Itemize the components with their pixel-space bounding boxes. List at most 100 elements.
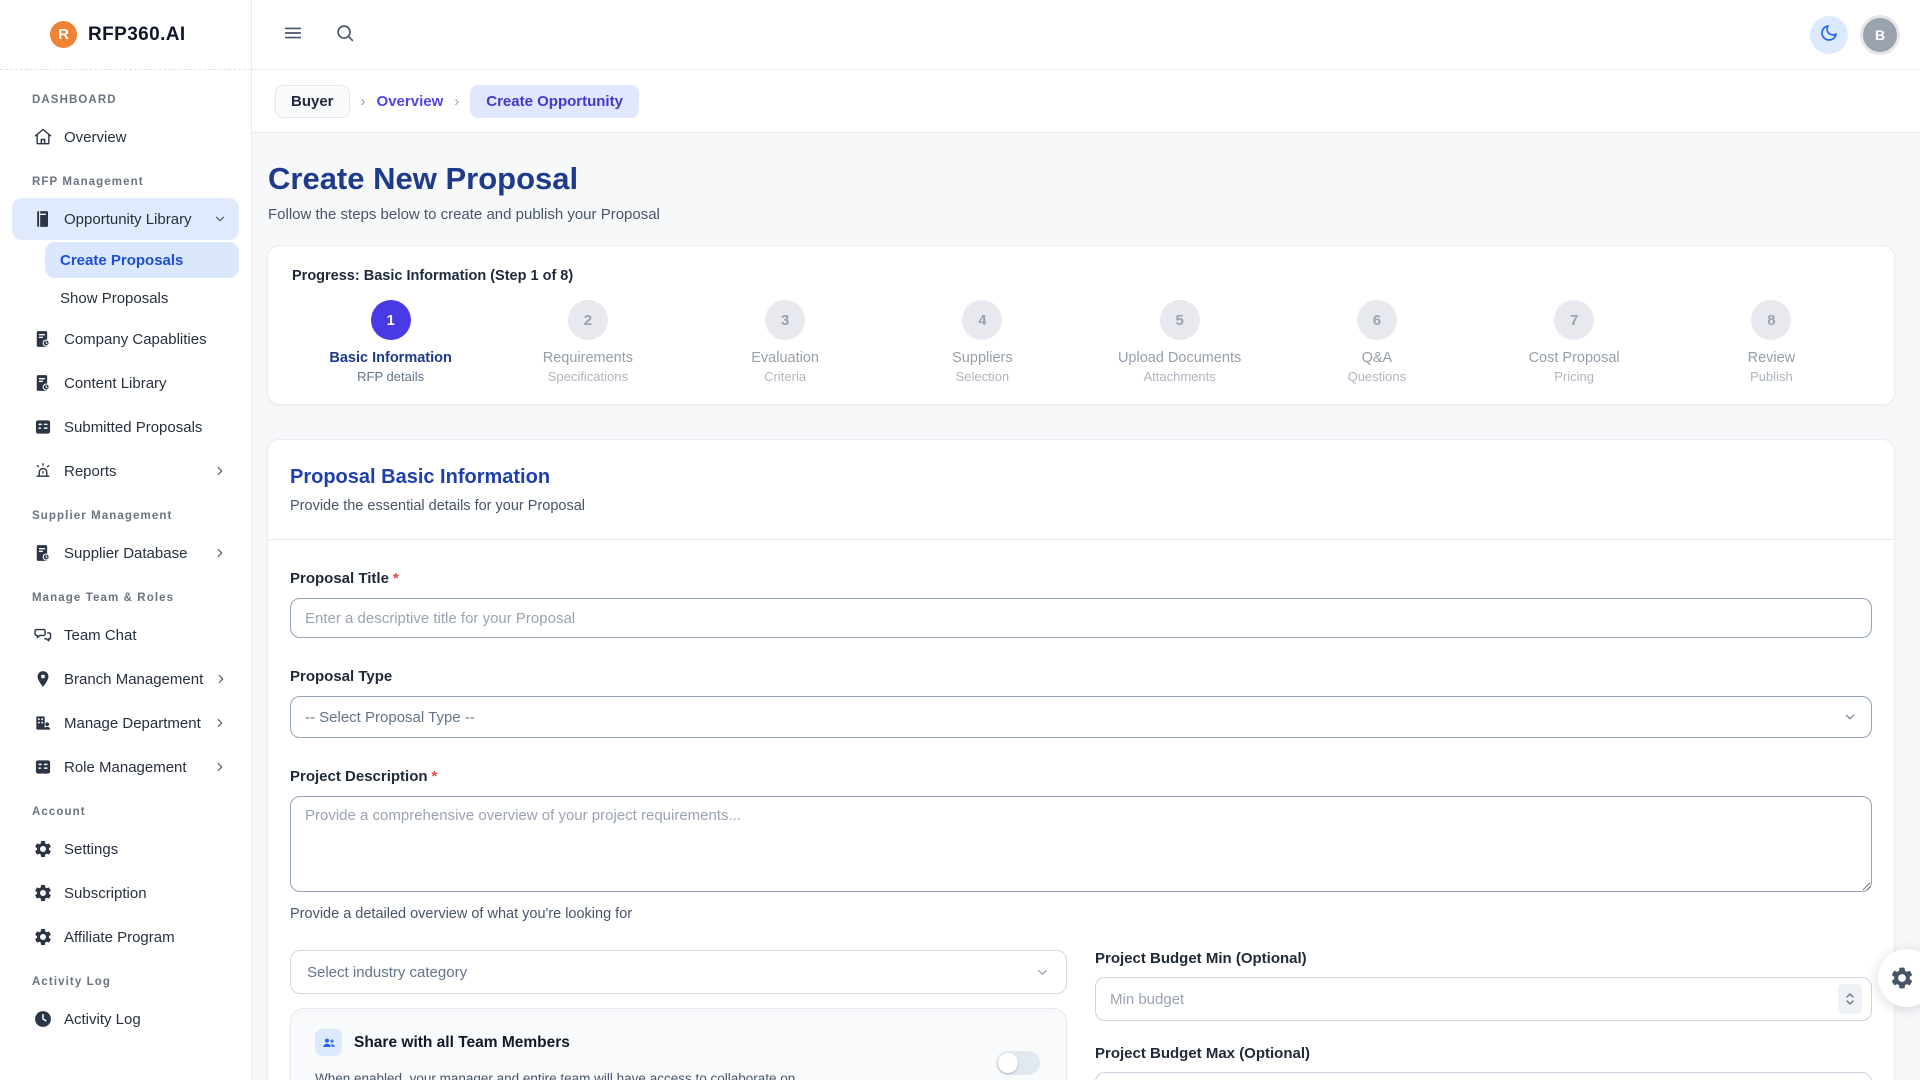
sidebar-section-header-manage-team-roles: Manage Team & Roles [32, 592, 231, 604]
required-asterisk: * [393, 570, 399, 587]
breadcrumb-separator-icon: › [361, 93, 366, 110]
sidebar-item-label: Role Management [64, 759, 202, 776]
sidebar-item-settings[interactable]: Settings [12, 828, 239, 870]
brand: R RFP360.AI [0, 0, 251, 70]
sidebar-item-overview[interactable]: Overview [12, 116, 239, 158]
form-header: Proposal Basic Information Provide the e… [268, 466, 1894, 514]
sidebar-item-label: Settings [64, 841, 227, 858]
sidebar-item-activity-log[interactable]: Activity Log [12, 998, 239, 1040]
form-left-column: Select industry category Share with all … [290, 950, 1067, 1080]
sidebar-item-label: Manage Department [64, 715, 202, 732]
sidebar-item-reports[interactable]: Reports [12, 450, 239, 492]
step-number: 4 [962, 300, 1002, 340]
progress-card: Progress: Basic Information (Step 1 of 8… [267, 245, 1895, 405]
sidebar-subitem-show-proposals[interactable]: Show Proposals [45, 280, 239, 316]
sidebar-item-label: Activity Log [64, 1011, 227, 1028]
breadcrumb-item-overview[interactable]: Overview [377, 93, 444, 110]
industry-category-value: Select industry category [307, 964, 467, 981]
sidebar-item-company-capablities[interactable]: Company Capablities [12, 318, 239, 360]
sidebar-subitem-create-proposals[interactable]: Create Proposals [45, 242, 239, 278]
step-suppliers[interactable]: 4 Suppliers Selection [884, 300, 1081, 384]
form-heading: Proposal Basic Information [290, 466, 1872, 489]
step-cost-proposal[interactable]: 7Cost ProposalPricing [1476, 300, 1673, 384]
proposal-type-field: Proposal Type -- Select Proposal Type -- [290, 668, 1872, 738]
step-basic-information[interactable]: 1Basic InformationRFP details [292, 300, 489, 384]
doc-badge-icon [33, 329, 53, 349]
step-number: 8 [1751, 300, 1791, 340]
form-right-column: Project Budget Min (Optional) Project Bu… [1095, 950, 1872, 1080]
step-q-a[interactable]: 6Q&AQuestions [1278, 300, 1475, 384]
sidebar: R RFP360.AI DASHBOARD Overview RFP Managem… [0, 0, 252, 1080]
brand-name: RFP360.AI [88, 24, 186, 46]
theme-toggle-button[interactable] [1810, 16, 1848, 54]
sidebar-item-label: Branch Management [64, 671, 203, 688]
share-team-title: Share with all Team Members [354, 1034, 570, 1052]
proposal-title-label: Proposal Title* [290, 570, 399, 587]
sidebar-item-content-library[interactable]: Content Library [12, 362, 239, 404]
sidebar-item-team-chat[interactable]: Team Chat [12, 614, 239, 656]
step-evaluation[interactable]: 3EvaluationCriteria [687, 300, 884, 384]
sidebar-item-role-management[interactable]: Role Management [12, 746, 239, 788]
breadcrumb-item-create-opportunity[interactable]: Create Opportunity [470, 85, 639, 118]
main-content: Create New Proposal Follow the steps bel… [252, 133, 1920, 1080]
doc-badge-icon [33, 373, 53, 393]
proposal-title-input[interactable] [290, 598, 1872, 638]
sidebar-item-submitted-proposals[interactable]: Submitted Proposals [12, 406, 239, 448]
building-icon [33, 713, 53, 733]
chevron-down-icon [1035, 965, 1050, 980]
step-label: Cost Proposal [1476, 350, 1673, 366]
team-users-icon [315, 1029, 342, 1056]
step-label: Q&A [1278, 350, 1475, 366]
sidebar-item-subscription[interactable]: Subscription [12, 872, 239, 914]
page-subtitle: Follow the steps below to create and pub… [268, 206, 1895, 223]
sidebar-section-header-dashboard: DASHBOARD [32, 94, 231, 106]
project-description-textarea[interactable] [290, 796, 1872, 892]
step-review[interactable]: 8ReviewPublish [1673, 300, 1870, 384]
sidebar-item-affiliate-program[interactable]: Affiliate Program [12, 916, 239, 958]
step-label: Evaluation [687, 350, 884, 366]
step-number: 1 [371, 300, 411, 340]
sidebar-item-label: Submitted Proposals [64, 419, 227, 436]
sidebar-item-supplier-database[interactable]: Supplier Database [12, 532, 239, 574]
step-label: Suppliers [884, 350, 1081, 366]
user-avatar[interactable]: B [1860, 15, 1900, 55]
budget-max-field: Project Budget Max (Optional) [1095, 1045, 1872, 1080]
number-stepper-icon[interactable] [1838, 984, 1862, 1014]
search-button[interactable] [328, 16, 362, 53]
breadcrumb-item-buyer[interactable]: Buyer [275, 85, 350, 118]
topbar-left [276, 16, 362, 53]
card-icon [33, 417, 53, 437]
chevron-right-icon [213, 546, 227, 560]
step-sublabel: Specifications [489, 369, 686, 384]
sidebar-item-opportunity-library[interactable]: Opportunity Library [12, 198, 239, 240]
step-number: 5 [1160, 300, 1200, 340]
share-team-toggle[interactable] [996, 1051, 1040, 1075]
step-label: Basic Information [292, 350, 489, 366]
clock-icon [33, 1009, 53, 1029]
sidebar-item-manage-department[interactable]: Manage Department [12, 702, 239, 744]
page-title: Create New Proposal [268, 161, 1895, 197]
project-description-helper: Provide a detailed overview of what you'… [290, 906, 1872, 922]
sidebar-section-header-rfp-management: RFP Management [32, 176, 231, 188]
share-team-description: When enabled, your manager and entire te… [315, 1068, 820, 1080]
step-sublabel: Selection [884, 369, 1081, 384]
sidebar-item-branch-management[interactable]: Branch Management [12, 658, 239, 700]
sidebar-item-label: Supplier Database [64, 545, 202, 562]
industry-category-select[interactable]: Select industry category [290, 950, 1067, 994]
hamburger-menu-button[interactable] [276, 16, 310, 53]
step-upload-documents[interactable]: 5Upload DocumentsAttachments [1081, 300, 1278, 384]
gear-icon [1889, 965, 1920, 991]
step-sublabel: Criteria [687, 369, 884, 384]
step-requirements[interactable]: 2RequirementsSpecifications [489, 300, 686, 384]
step-number: 2 [568, 300, 608, 340]
share-team-card: Share with all Team Members When enabled… [290, 1008, 1067, 1080]
step-label: Review [1673, 350, 1870, 366]
budget-max-input[interactable] [1095, 1072, 1872, 1080]
budget-max-label: Project Budget Max (Optional) [1095, 1045, 1310, 1062]
proposal-type-select[interactable]: -- Select Proposal Type -- [290, 696, 1872, 738]
proposal-type-label: Proposal Type [290, 668, 392, 685]
sidebar-section-header-supplier-management: Supplier Management [32, 510, 231, 522]
budget-min-input[interactable] [1095, 977, 1872, 1021]
breadcrumb-separator-icon: › [454, 93, 459, 110]
required-asterisk: * [432, 768, 438, 785]
